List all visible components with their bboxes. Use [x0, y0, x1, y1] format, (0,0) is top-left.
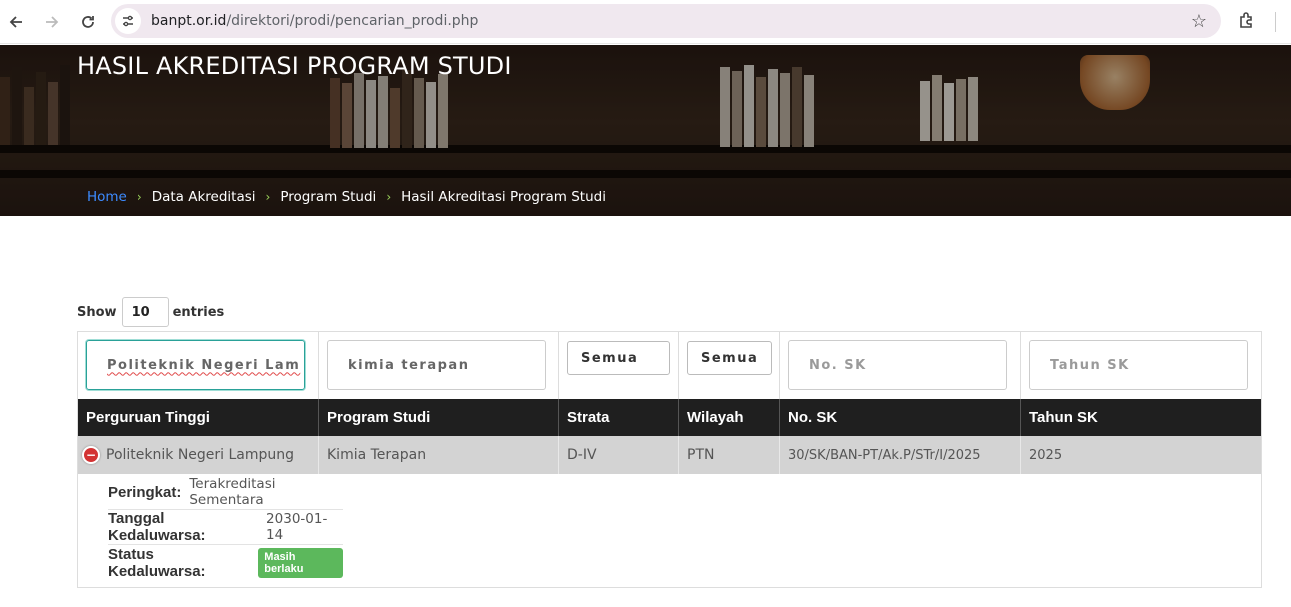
url-path: /direktori/prodi/pencarian_prodi.php [226, 13, 479, 29]
bookmark-star-icon[interactable]: ☆ [1191, 11, 1207, 32]
cell-no-sk: 30/SK/BAN-PT/Ak.P/STr/I/2025 [780, 436, 1021, 474]
url-text: banpt.or.id/direktori/prodi/pencarian_pr… [151, 13, 478, 29]
show-label: Show [77, 304, 117, 320]
breadcrumb-data-akreditasi[interactable]: Data Akreditasi [152, 189, 256, 205]
table-row[interactable]: − Politeknik Negeri Lampung Kimia Terapa… [78, 436, 1261, 474]
column-header-perguruan-tinggi[interactable]: Perguruan Tinggi [78, 399, 319, 436]
table-header: Perguruan Tinggi Program Studi Strata Wi… [78, 399, 1261, 436]
column-header-program-studi[interactable]: Program Studi [319, 399, 559, 436]
extensions-icon[interactable] [1237, 10, 1257, 35]
tanggal-value: 2030-01-14 [266, 511, 328, 543]
cell-wilayah: PTN [679, 436, 780, 474]
collapse-row-icon[interactable]: − [82, 446, 100, 464]
breadcrumb-home-link[interactable]: Home [87, 189, 127, 205]
filter-row: Politeknik Negeri Lam kimia terapan Semu… [78, 332, 1261, 399]
row-details: Peringkat: Terakreditasi Sementara Tangg… [108, 475, 343, 580]
breadcrumb: Home › Data Akreditasi › Program Studi ›… [87, 189, 606, 205]
site-settings-icon[interactable] [115, 8, 141, 34]
cell-tahun-sk: 2025 [1029, 447, 1063, 463]
cell-program-studi: Kimia Terapan [319, 436, 559, 474]
back-icon[interactable] [0, 4, 34, 40]
tahun-sk-filter-input[interactable]: Tahun SK [1029, 340, 1248, 390]
url-host: banpt.or.id [151, 13, 227, 29]
chevron-right-icon: › [136, 190, 142, 204]
status-label: Status Kedaluwarsa: [108, 545, 206, 580]
page-title: HASIL AKREDITASI PROGRAM STUDI [77, 52, 512, 80]
column-header-no-sk[interactable]: No. SK [780, 399, 1021, 436]
breadcrumb-current: Hasil Akreditasi Program Studi [401, 189, 606, 205]
address-bar[interactable]: banpt.or.id/direktori/prodi/pencarian_pr… [111, 4, 1221, 38]
browser-toolbar: banpt.or.id/direktori/prodi/pencarian_pr… [0, 0, 1291, 44]
toolbar-divider [1275, 12, 1276, 32]
program-studi-filter-input[interactable]: kimia terapan [327, 340, 546, 390]
column-header-tahun-sk[interactable]: Tahun SK [1021, 399, 1263, 436]
no-sk-filter-input[interactable]: No. SK [788, 340, 1007, 390]
column-header-strata[interactable]: Strata [559, 399, 679, 436]
column-header-wilayah[interactable]: Wilayah [679, 399, 780, 436]
length-control: Show 10 entries [77, 297, 224, 327]
wilayah-filter-select[interactable]: Semua [687, 341, 772, 375]
detail-peringkat: Peringkat: Terakreditasi Sementara [108, 475, 343, 510]
results-table: Politeknik Negeri Lam kimia terapan Semu… [77, 331, 1262, 588]
forward-icon[interactable] [34, 4, 70, 40]
breadcrumb-program-studi[interactable]: Program Studi [280, 189, 376, 205]
detail-tanggal-kedaluwarsa: Tanggal Kedaluwarsa: 2030-01-14 [108, 510, 343, 545]
entries-label: entries [172, 304, 225, 320]
peringkat-label: Peringkat: [108, 483, 182, 501]
strata-filter-select[interactable]: Semua [567, 341, 670, 375]
peringkat-value: Terakreditasi Sementara [189, 476, 276, 508]
chevron-right-icon: › [265, 190, 271, 204]
detail-status-kedaluwarsa: Status Kedaluwarsa: Masih berlaku [108, 545, 343, 580]
hero-banner: HASIL AKREDITASI PROGRAM STUDI Home › Da… [0, 45, 1291, 216]
tanggal-label: Tanggal Kedaluwarsa: [108, 510, 206, 544]
perguruan-tinggi-filter-input[interactable]: Politeknik Negeri Lam [86, 340, 305, 390]
status-badge: Masih berlaku [258, 547, 343, 578]
chevron-right-icon: › [386, 190, 392, 204]
cell-strata: D-IV [559, 436, 679, 474]
reload-icon[interactable] [70, 4, 106, 40]
entries-select[interactable]: 10 [121, 297, 169, 327]
cell-perguruan-tinggi: Politeknik Negeri Lampung [106, 447, 295, 463]
